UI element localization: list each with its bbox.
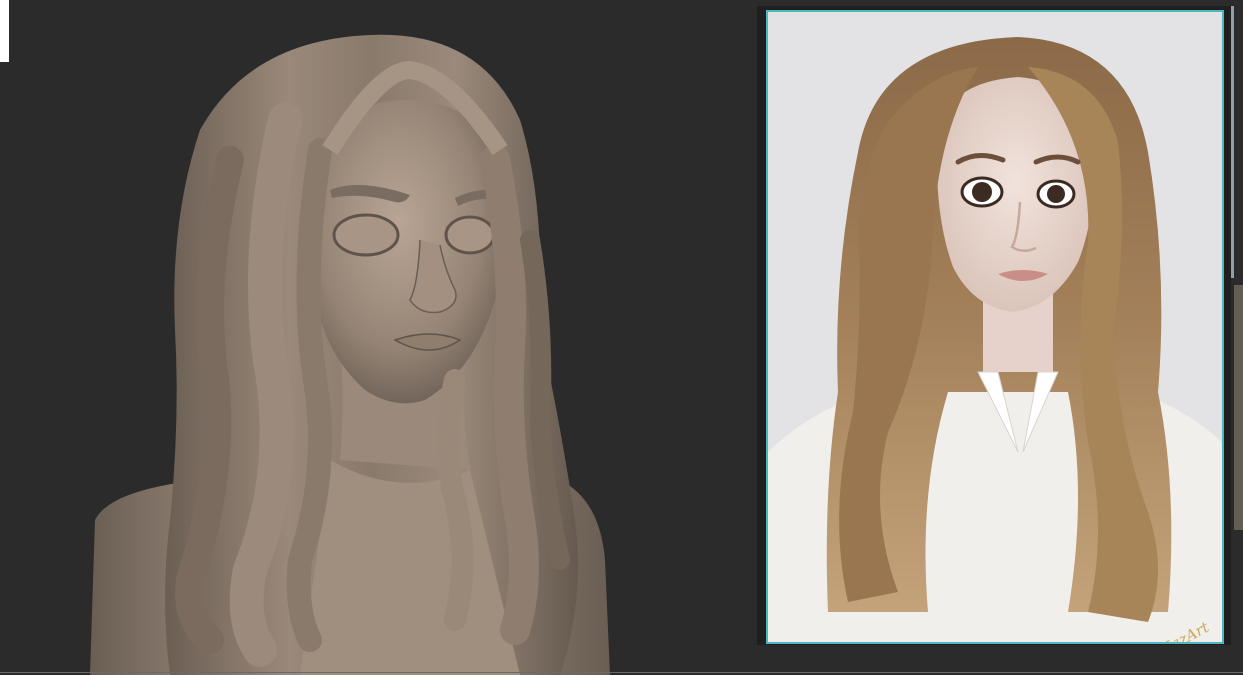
- reference-image-panel: NazArt: [757, 6, 1231, 645]
- side-strip-indicator: [1231, 6, 1234, 278]
- reference-portrait: [768, 12, 1222, 642]
- reference-image-frame[interactable]: NazArt: [766, 10, 1224, 644]
- left-eye: [332, 213, 400, 257]
- right-eye: [444, 215, 496, 255]
- viewport-bottom-border: [0, 672, 1243, 673]
- sculpt-model-render: [90, 34, 610, 675]
- side-strip-thumbnail[interactable]: [1234, 285, 1243, 530]
- sculpt-viewport[interactable]: [0, 0, 757, 675]
- application-window: NazArt: [0, 0, 1243, 675]
